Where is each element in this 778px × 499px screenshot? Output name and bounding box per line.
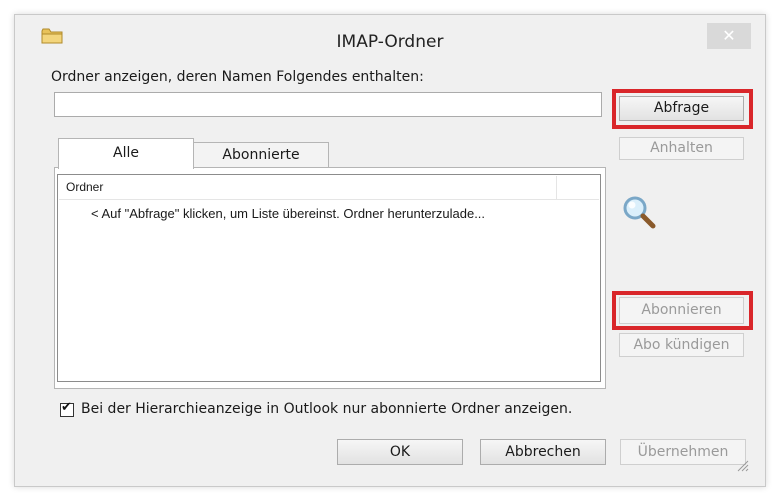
close-icon: ✕ [722,26,736,45]
filter-input[interactable] [54,92,602,117]
stop-button[interactable]: Anhalten [619,137,744,160]
column-header[interactable]: Ordner [59,176,599,200]
list-hint: < Auf "Abfrage" klicken, um Liste überei… [91,206,486,221]
resize-grip-icon[interactable] [735,458,749,472]
close-button[interactable]: ✕ [707,23,751,49]
apply-button[interactable]: Übernehmen [620,439,746,465]
tab-panel: Ordner < Auf "Abfrage" klicken, um Liste… [54,167,606,389]
highlight-box-subscribe [612,291,753,330]
cancel-button[interactable]: Abbrechen [480,439,606,465]
highlight-box-query [612,89,753,129]
column-header-folder: Ordner [66,180,104,194]
filter-label: Ordner anzeigen, deren Namen Folgendes e… [51,69,424,85]
ok-button[interactable]: OK [337,439,463,465]
tab-abonnierte[interactable]: Abonnierte [193,142,329,168]
column-divider [556,176,557,200]
imap-folder-dialog: IMAP-Ordner ✕ Ordner anzeigen, deren Nam… [14,14,766,487]
window-title: IMAP-Ordner [336,32,444,52]
search-icon [623,196,656,229]
subscribed-only-checkbox[interactable]: ✔ [60,400,74,417]
check-mark-icon: ✔ [61,400,72,415]
tab-alle[interactable]: Alle [58,138,194,169]
folder-list[interactable]: Ordner < Auf "Abfrage" klicken, um Liste… [57,174,601,382]
subscribed-only-label[interactable]: Bei der Hierarchieanzeige in Outlook nur… [81,401,572,417]
unsubscribe-button[interactable]: Abo kündigen [619,333,744,357]
